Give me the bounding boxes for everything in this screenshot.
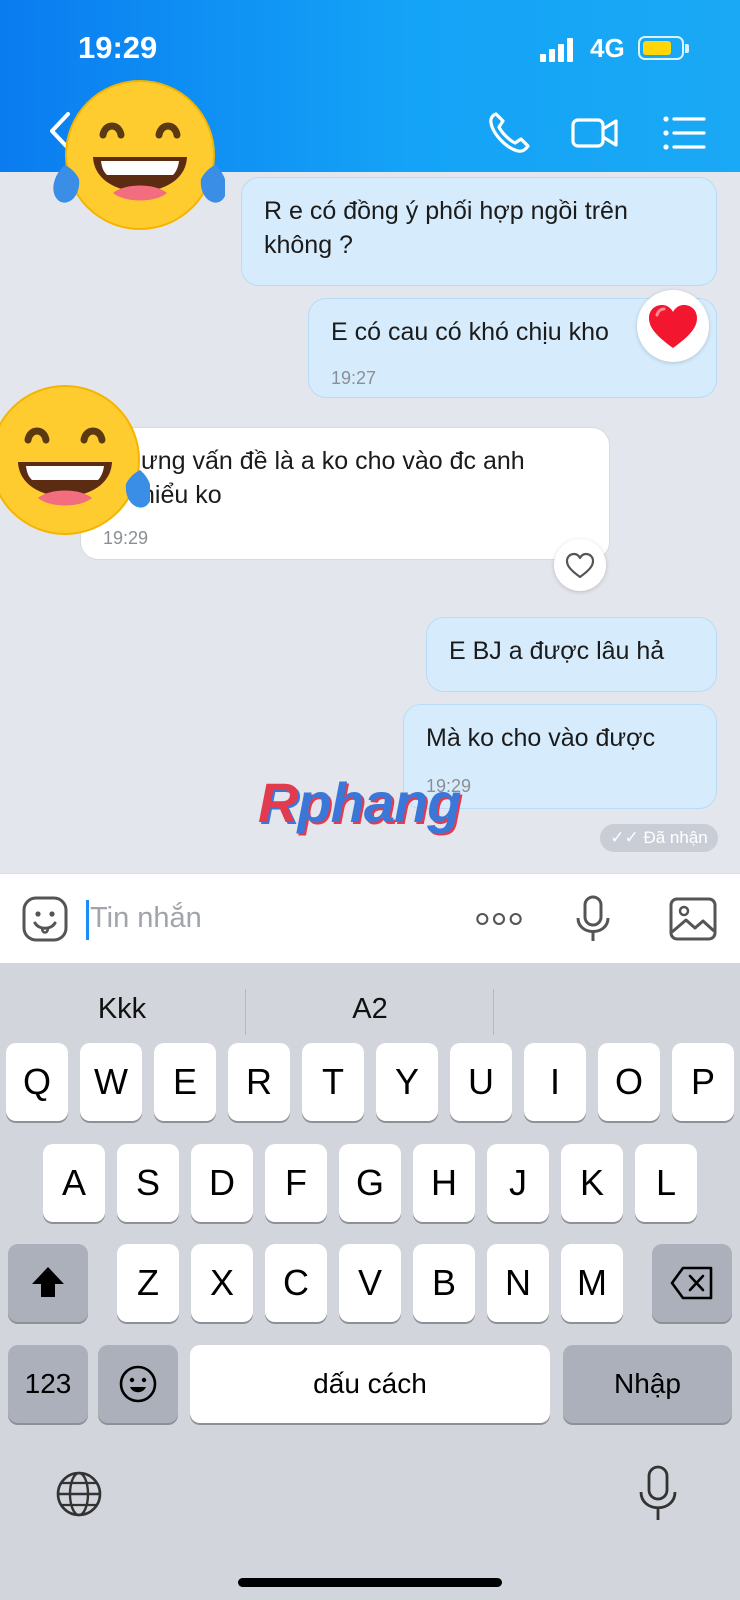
key-p[interactable]: P [672, 1043, 734, 1121]
space-key[interactable]: dấu cách [190, 1345, 550, 1423]
status-time: 19:29 [78, 30, 158, 65]
key-v[interactable]: V [339, 1244, 401, 1322]
message-text: ưng vấn đề là a ko cho vào đc anh hiểu k… [141, 447, 525, 509]
microphone-icon[interactable] [568, 894, 618, 944]
text-cursor [86, 900, 89, 940]
key-n[interactable]: N [487, 1244, 549, 1322]
message-input-bar: Tin nhắn [0, 873, 740, 964]
backspace-icon [670, 1266, 713, 1300]
key-s[interactable]: S [117, 1144, 179, 1222]
phone-icon[interactable] [484, 108, 534, 158]
key-h[interactable]: H [413, 1144, 475, 1222]
message-bubble-outgoing[interactable]: R e có đồng ý phối hợp ngồi trên không ? [241, 177, 717, 286]
key-q[interactable]: Q [6, 1043, 68, 1121]
heart-icon [649, 305, 697, 348]
smiley-sticker-icon[interactable] [20, 894, 70, 944]
emoji-key[interactable] [98, 1345, 178, 1423]
suggestion-divider [493, 989, 494, 1035]
image-icon[interactable] [668, 894, 718, 944]
laughing-emoji-sticker [53, 80, 225, 230]
heart-reaction-button[interactable] [554, 539, 606, 591]
key-a[interactable]: A [43, 1144, 105, 1222]
key-g[interactable]: G [339, 1144, 401, 1222]
shift-arrow-icon [32, 1267, 64, 1297]
dictation-microphone-icon[interactable] [636, 1465, 680, 1523]
home-indicator [238, 1578, 502, 1587]
chat-screen: 19:29 4G R e có đồng ý phối hợp ngồi trê… [0, 0, 740, 1600]
message-text: R e có đồng ý phối hợp ngồi trên không ? [264, 197, 628, 259]
shift-key[interactable] [8, 1244, 88, 1322]
delete-key[interactable] [652, 1244, 732, 1322]
key-e[interactable]: E [154, 1043, 216, 1121]
key-i[interactable]: I [524, 1043, 586, 1121]
laughing-emoji-sticker [0, 385, 150, 535]
cellular-signal-icon [540, 38, 576, 62]
return-key[interactable]: Nhập [563, 1345, 732, 1423]
heart-reaction[interactable] [637, 290, 709, 362]
key-u[interactable]: U [450, 1043, 512, 1121]
key-j[interactable]: J [487, 1144, 549, 1222]
key-m[interactable]: M [561, 1244, 623, 1322]
key-w[interactable]: W [80, 1043, 142, 1121]
key-k[interactable]: K [561, 1144, 623, 1222]
key-z[interactable]: Z [117, 1244, 179, 1322]
video-camera-icon[interactable] [570, 108, 620, 158]
message-bubble-incoming[interactable]: ưng vấn đề là a ko cho vào đc anh hiểu k… [80, 427, 610, 560]
watermark-logo: Rphang [258, 771, 461, 834]
suggestion-2[interactable]: A2 [250, 993, 490, 1026]
message-time: 19:27 [331, 368, 377, 388]
key-o[interactable]: O [598, 1043, 660, 1121]
message-text: E BJ a được lâu hả [449, 637, 665, 665]
key-y[interactable]: Y [376, 1043, 438, 1121]
network-type: 4G [590, 33, 625, 63]
key-c[interactable]: C [265, 1244, 327, 1322]
battery-icon [638, 36, 689, 60]
key-f[interactable]: F [265, 1144, 327, 1222]
key-x[interactable]: X [191, 1244, 253, 1322]
message-text: Mà ko cho vào được [426, 724, 656, 752]
message-input[interactable]: Tin nhắn [90, 902, 202, 935]
received-status-badge: ✓✓ Đã nhận [600, 824, 718, 852]
emoji-key-icon [119, 1365, 157, 1403]
list-menu-icon[interactable] [660, 108, 710, 158]
double-check-icon: ✓✓ [610, 828, 639, 847]
heart-outline-icon [565, 552, 595, 579]
key-b[interactable]: B [413, 1244, 475, 1322]
keyboard: Kkk A2 QWERTYUIOP ASDFGHJKL ZXCVBNM 123 [0, 963, 740, 1600]
numbers-key[interactable]: 123 [8, 1345, 88, 1423]
message-text: E có cau có khó chịu kho [331, 318, 609, 346]
key-l[interactable]: L [635, 1144, 697, 1222]
key-d[interactable]: D [191, 1144, 253, 1222]
suggestion-divider [245, 989, 246, 1035]
suggestion-1[interactable]: Kkk [2, 993, 242, 1026]
key-t[interactable]: T [302, 1043, 364, 1121]
message-bubble-outgoing[interactable]: E BJ a được lâu hả [426, 617, 717, 692]
more-dots-icon[interactable] [474, 894, 524, 944]
globe-icon[interactable] [54, 1469, 104, 1519]
key-r[interactable]: R [228, 1043, 290, 1121]
